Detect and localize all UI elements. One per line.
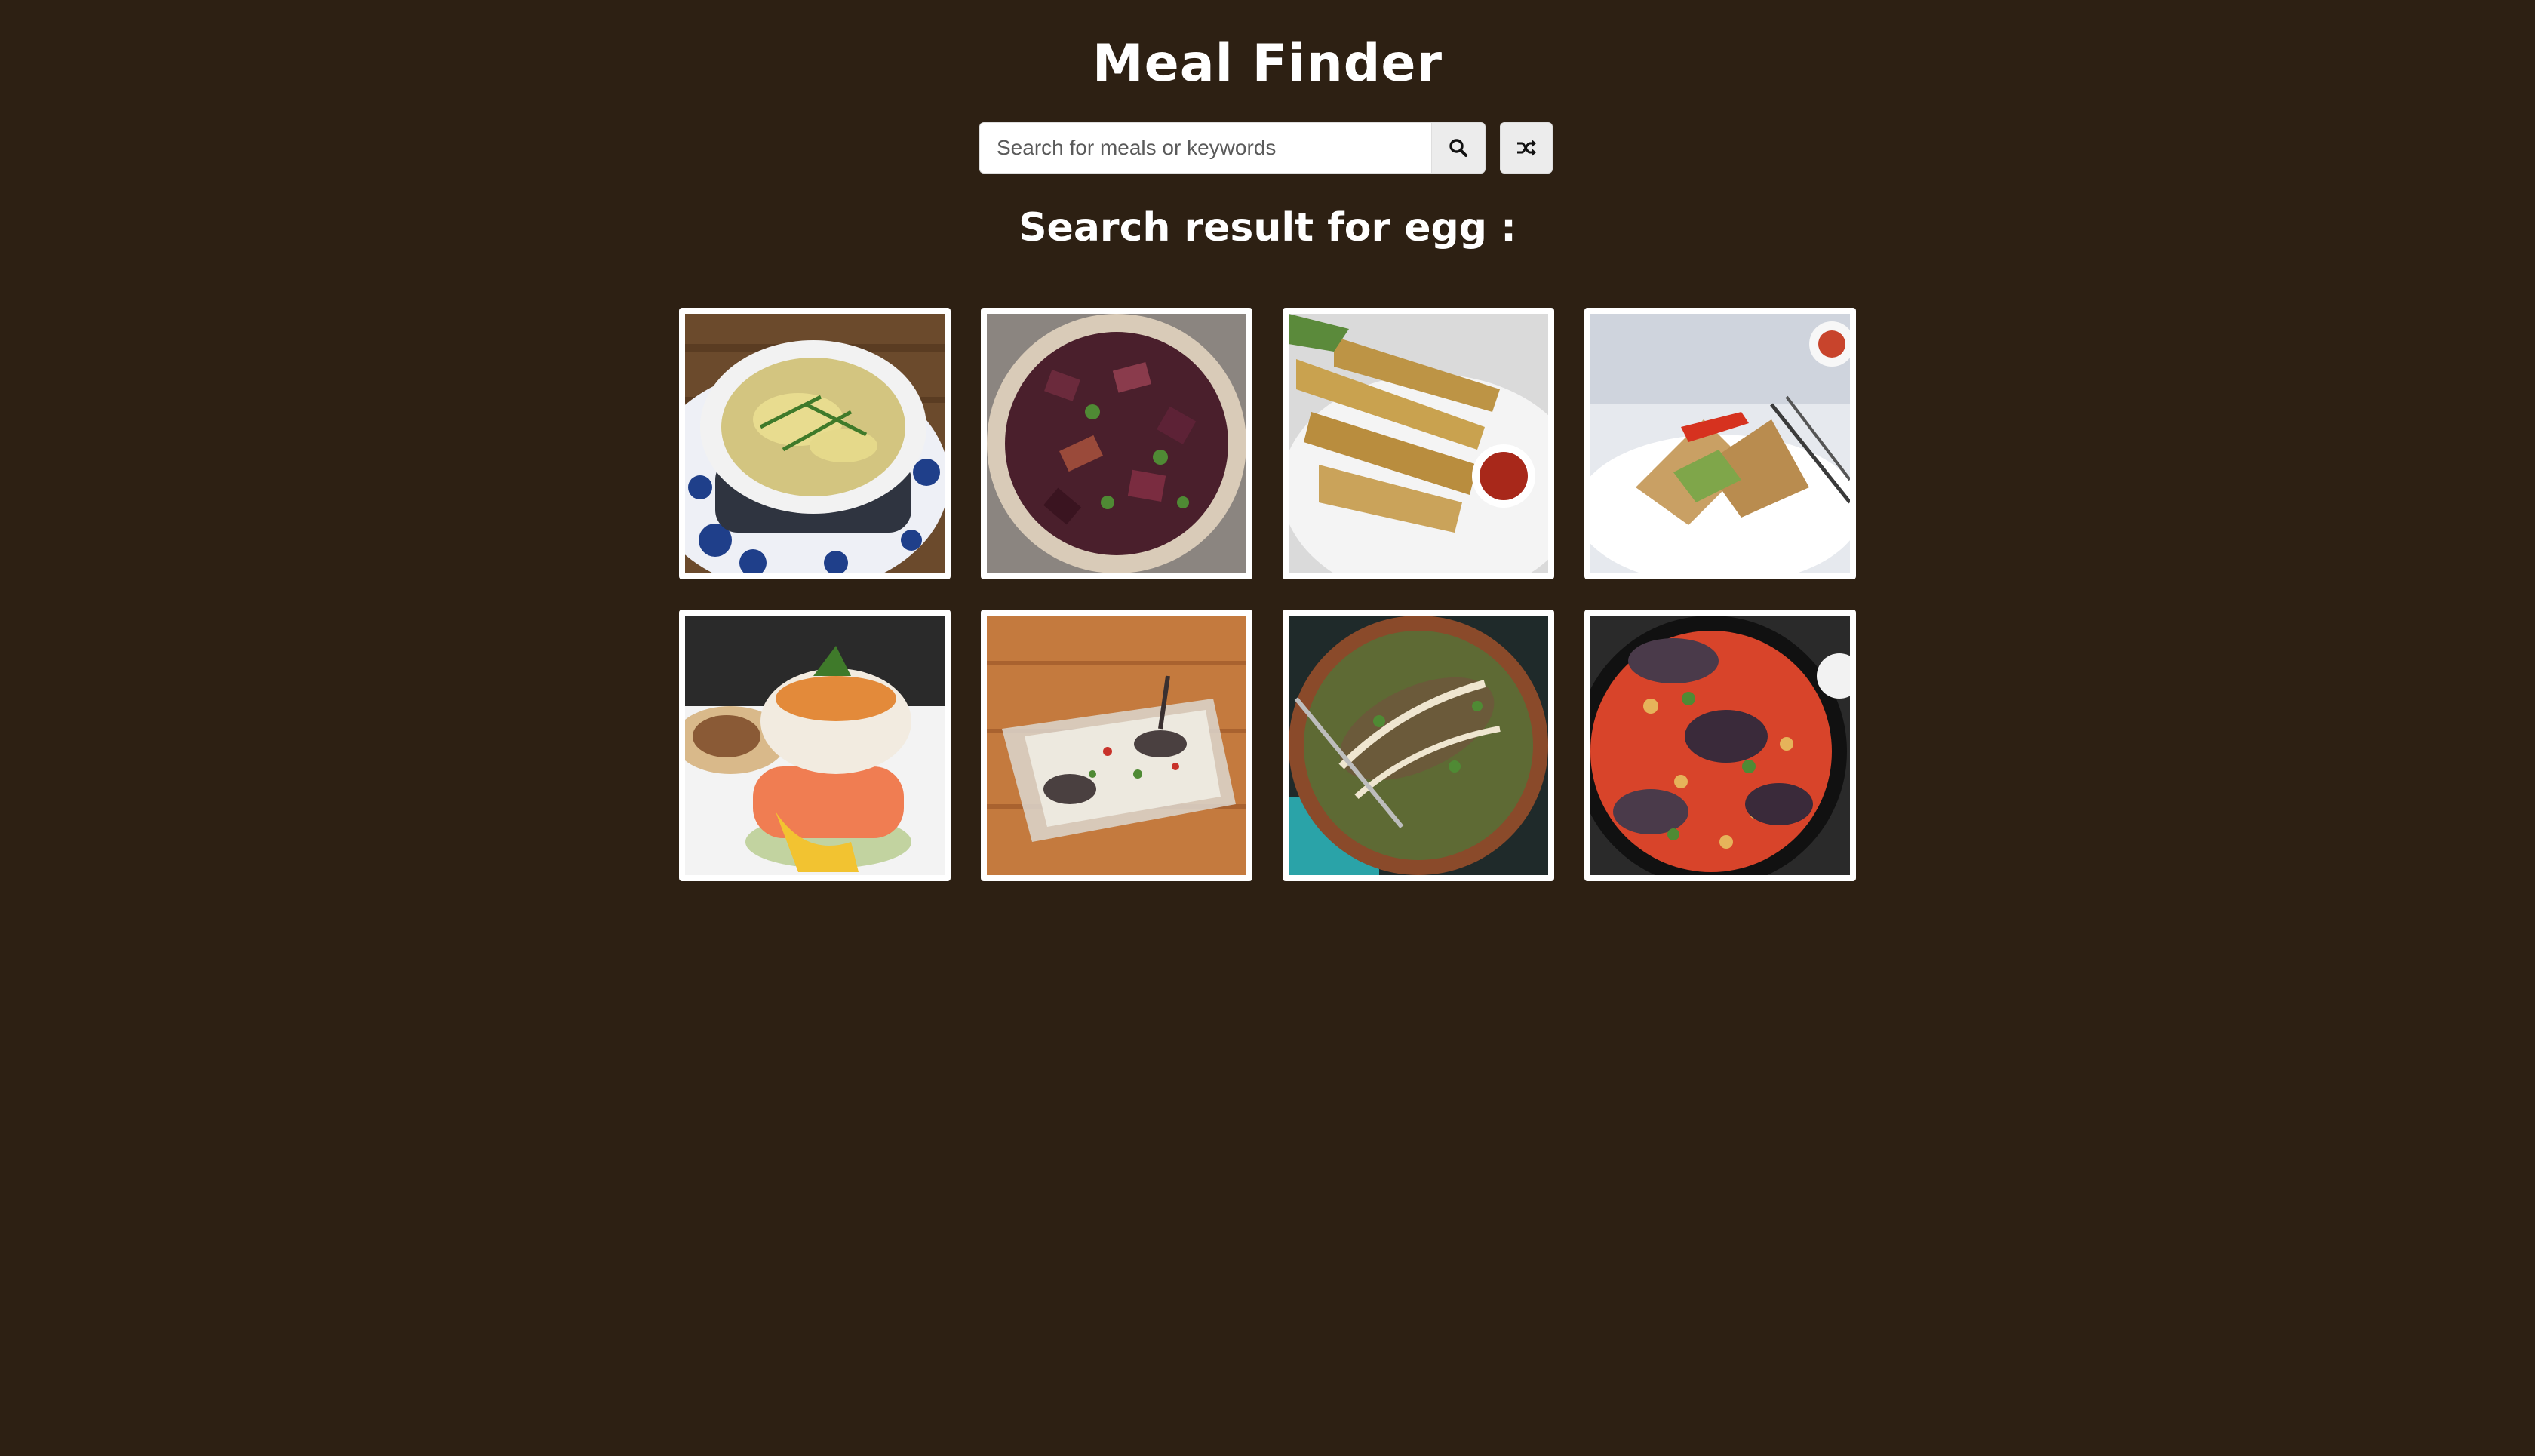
eggplant-lentil-bowl-photo	[1289, 616, 1548, 875]
meal-card[interactable]	[1283, 610, 1554, 881]
eggplant-yogurt-dish-photo	[987, 616, 1246, 875]
search-icon	[1449, 139, 1467, 157]
eggplant-stir-fry-photo	[987, 314, 1246, 573]
eggplant-tomato-skillet-photo	[1590, 616, 1850, 875]
search-result-heading: Search result for egg :	[1019, 205, 1516, 250]
random-meal-button[interactable]	[1500, 122, 1553, 174]
egg-wrap-plate-photo	[1590, 314, 1850, 573]
random-shuffle-icon	[1517, 140, 1536, 156]
egg-drop-soup-photo	[685, 314, 945, 573]
search-button[interactable]	[1431, 122, 1486, 174]
meal-card[interactable]	[1283, 308, 1554, 579]
eggs-benedict-salmon-photo	[685, 616, 945, 875]
meal-card[interactable]	[981, 610, 1252, 881]
meal-card[interactable]	[981, 308, 1252, 579]
meal-card[interactable]	[679, 610, 951, 881]
search-form	[979, 122, 1486, 174]
meal-card[interactable]	[1584, 610, 1856, 881]
meal-card[interactable]	[679, 308, 951, 579]
meal-card[interactable]	[1584, 308, 1856, 579]
search-input[interactable]	[979, 122, 1431, 174]
search-row	[979, 122, 1553, 174]
fried-eggplant-strips-photo	[1289, 314, 1548, 573]
page-title: Meal Finder	[1092, 34, 1443, 94]
meals-grid	[679, 308, 1856, 881]
